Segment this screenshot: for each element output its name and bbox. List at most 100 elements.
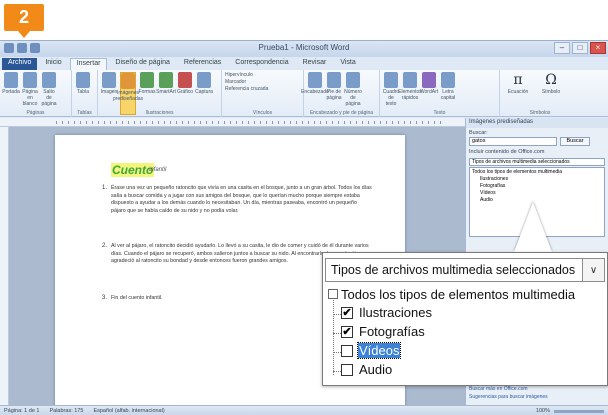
group-label-tables: Tablas [77, 110, 92, 116]
bookmark-button[interactable]: Marcador [225, 79, 300, 85]
callout-node-videos[interactable]: Vídeos [333, 342, 533, 361]
illustrations-checkbox[interactable]: ✔ [341, 307, 353, 319]
callout-node-audio[interactable]: Audio [333, 362, 533, 380]
videos-checkbox[interactable] [341, 345, 353, 357]
chart-icon [178, 72, 192, 88]
group-label-symbols: Símbolos [529, 110, 551, 116]
ribbon: Portada Página en blanco Salto de página… [0, 70, 608, 117]
shapes-button[interactable]: Formas [139, 72, 155, 115]
tree-item-videos[interactable]: Vídeos [472, 190, 602, 197]
pane-title: Imágenes prediseñadas [466, 118, 608, 128]
tab-view[interactable]: Vista [334, 58, 361, 70]
status-language[interactable]: Español (alfab. internacional) [93, 408, 164, 414]
tree-expander-icon[interactable] [328, 289, 338, 299]
step-badge: 2 [4, 4, 44, 38]
callout-pointer [514, 202, 552, 252]
blank-page-icon [23, 72, 37, 88]
include-office-checkbox[interactable]: Incluir contenido de Office.com [466, 147, 608, 157]
page-number-button[interactable]: Número de página [344, 72, 362, 115]
photos-checkbox[interactable]: ✔ [341, 326, 353, 338]
chevron-down-icon[interactable]: ∨ [582, 259, 604, 281]
zoom-slider[interactable] [554, 409, 604, 413]
cover-page-button[interactable]: Portada [2, 72, 20, 115]
footer-button[interactable]: Pie de página [326, 72, 342, 115]
page-break-button[interactable]: Salto de página [41, 72, 57, 115]
drop-cap-button[interactable]: Letra capital [440, 72, 456, 115]
tab-review[interactable]: Revisar [297, 58, 333, 70]
paragraph-1: 1. Érase una vez un pequeño ratoncito qu… [102, 185, 372, 214]
smartart-button[interactable]: SmartArt [156, 72, 176, 115]
callout-combo-text: Tipos de archivos multimedia seleccionad… [331, 263, 576, 277]
status-words[interactable]: Palabras: 175 [49, 408, 83, 414]
tree-item-photos[interactable]: Fotografías [472, 183, 602, 190]
group-label-illustrations: Ilustraciones [145, 110, 174, 116]
omega-icon: Ω [545, 72, 557, 88]
callout-node-illustrations[interactable]: ✔ Ilustraciones [333, 305, 533, 323]
header-icon [308, 72, 322, 88]
callout-media-type-combo[interactable]: Tipos de archivos multimedia seleccionad… [325, 258, 605, 282]
screenshot-root: 2 Prueba1 - Microsoft Word – □ × Archivo… [0, 0, 608, 415]
symbol-button[interactable]: Ω Símbolo [536, 72, 566, 115]
horizontal-ruler [0, 118, 465, 127]
maximize-icon[interactable]: □ [572, 42, 588, 54]
text-box-button[interactable]: Cuadro de texto [383, 72, 399, 115]
smartart-icon [159, 72, 173, 88]
tab-mailings[interactable]: Correspondencia [229, 58, 294, 70]
page-number-icon [346, 72, 360, 88]
status-page[interactable]: Página: 1 de 1 [4, 408, 39, 414]
clip-art-icon [121, 73, 135, 89]
photos-label: Fotografías [359, 324, 425, 339]
group-pages: Portada Página en blanco Salto de página… [0, 70, 72, 117]
illustrations-label: Ilustraciones [359, 305, 432, 320]
screenshot-icon [197, 72, 211, 88]
tips-link[interactable]: Sugerencias para buscar imágenes [469, 393, 548, 401]
screenshot-button[interactable]: Captura [195, 72, 213, 115]
callout-tree-root[interactable]: Todos los tipos de elementos multimedia [341, 287, 575, 302]
tab-file[interactable]: Archivo [2, 58, 38, 70]
media-type-combo[interactable]: Tipos de archivos multimedia seleccionad… [469, 158, 605, 166]
group-label-text: Texto [433, 110, 446, 116]
tab-insert[interactable]: Insertar [69, 58, 108, 70]
cross-reference-button[interactable]: Referencia cruzada [225, 86, 300, 92]
callout-node-photos[interactable]: ✔ Fotografías [333, 324, 533, 342]
document-subheading: infantil [149, 167, 167, 173]
pane-links: Buscar más en Office.com Sugerencias par… [469, 385, 548, 401]
audio-checkbox[interactable] [341, 364, 353, 376]
group-symbols: π Ecuación Ω Símbolo Símbolos [500, 70, 580, 117]
picture-icon [102, 72, 116, 88]
close-icon[interactable]: × [590, 42, 606, 54]
text-box-icon [384, 72, 398, 88]
page-break-icon [42, 72, 56, 88]
tree-item-illustrations[interactable]: Ilustraciones [472, 176, 602, 183]
quick-parts-button[interactable]: Elementos rápidos [398, 72, 422, 115]
hyperlink-button[interactable]: Hipervínculo [225, 72, 300, 78]
header-button[interactable]: Encabezado [301, 72, 329, 115]
group-label-links: Vínculos [252, 110, 273, 116]
tab-references[interactable]: Referencias [178, 58, 227, 70]
group-label-header-footer: Encabezado y pie de página [309, 110, 374, 116]
quick-parts-icon [403, 72, 417, 88]
window-title: Prueba1 - Microsoft Word [258, 43, 350, 52]
document-heading: Cuento [111, 163, 155, 177]
equation-button[interactable]: π Ecuación [503, 72, 533, 115]
step-number: 2 [18, 7, 29, 27]
table-icon [76, 72, 90, 88]
search-input[interactable]: gatos [469, 137, 557, 146]
clip-art-button[interactable]: Imágenes prediseñadas [113, 72, 143, 115]
zoom-level[interactable]: 100% [536, 408, 550, 414]
wordart-icon [422, 72, 436, 88]
wordart-button[interactable]: WordArt [420, 72, 438, 115]
title-bar: Prueba1 - Microsoft Word – □ × [0, 41, 608, 57]
minimize-icon[interactable]: – [554, 42, 570, 54]
search-button[interactable]: Buscar [560, 137, 590, 146]
tab-home[interactable]: Inicio [39, 58, 67, 70]
table-button[interactable]: Tabla [75, 72, 91, 115]
blank-page-button[interactable]: Página en blanco [22, 72, 38, 115]
ribbon-tabs: Archivo Inicio Insertar Diseño de página… [0, 57, 608, 70]
chart-button[interactable]: Gráfico [177, 72, 193, 115]
tab-page-layout[interactable]: Diseño de página [109, 58, 176, 70]
audio-label: Audio [359, 362, 393, 377]
group-text: Cuadro de texto Elementos rápidos WordAr… [380, 70, 500, 117]
callout-tree: Todos los tipos de elementos multimedia … [323, 285, 608, 387]
tree-item-all[interactable]: Todos los tipos de elementos multimedia [472, 169, 602, 176]
